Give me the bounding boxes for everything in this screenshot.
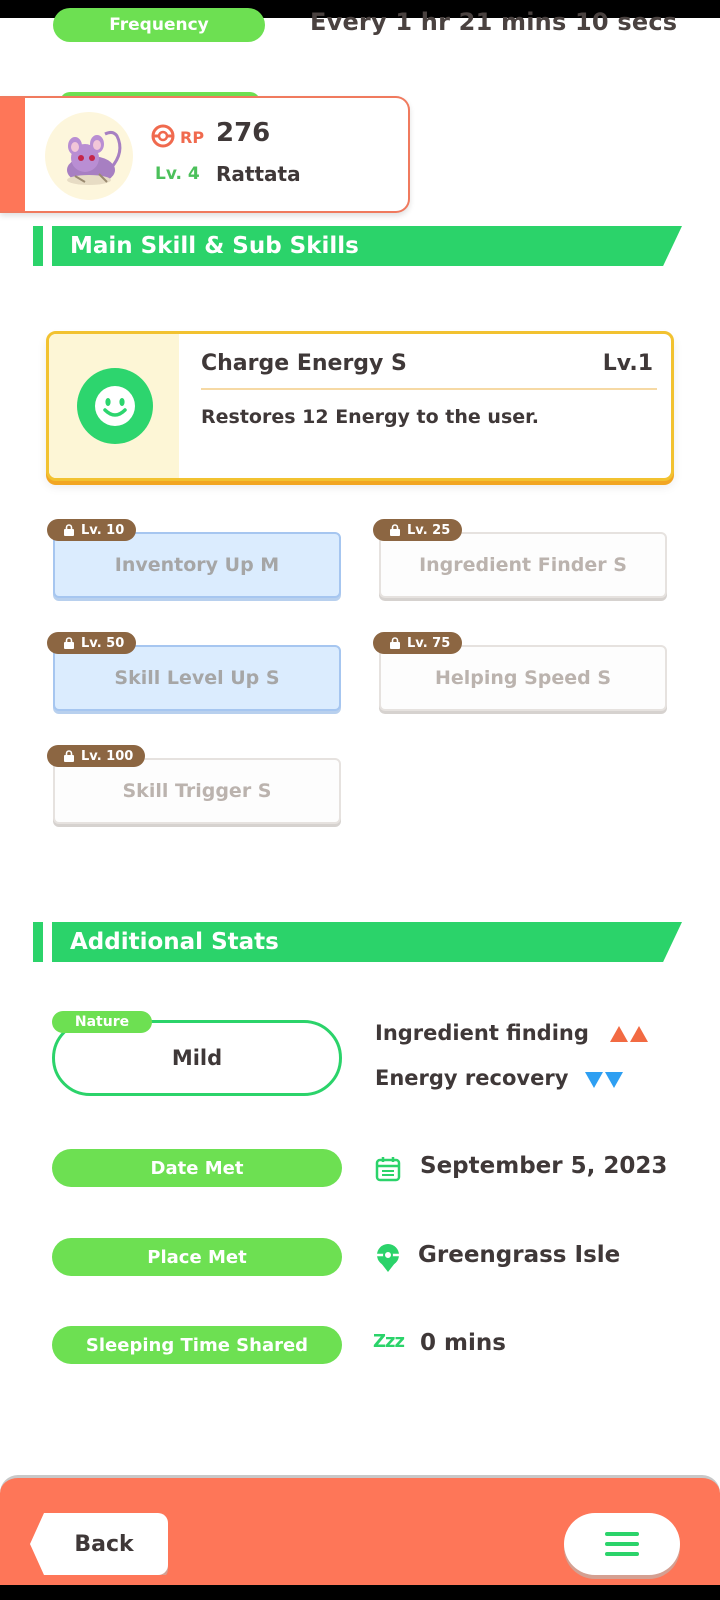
rp-value: 276 bbox=[216, 118, 271, 148]
system-nav-bar bbox=[0, 1585, 720, 1600]
sub-skill-label: Skill Trigger S bbox=[122, 780, 272, 802]
place-met-label: Place Met bbox=[52, 1238, 342, 1276]
card-accent-stripe bbox=[0, 98, 25, 211]
sub-skill-unlock-tag: Lv. 100 bbox=[47, 745, 146, 767]
frequency-label: Frequency bbox=[53, 8, 265, 42]
main-skill-name: Charge Energy S bbox=[201, 351, 407, 376]
skill-icon-area bbox=[49, 334, 179, 478]
zzz-icon: Zzz bbox=[373, 1331, 405, 1352]
place-met-value: Greengrass Isle bbox=[418, 1242, 621, 1268]
hamburger-menu-icon bbox=[605, 1532, 639, 1556]
section-title-text: Main Skill & Sub Skills bbox=[70, 233, 359, 259]
nature-value: Mild bbox=[171, 1046, 223, 1070]
location-pin-icon bbox=[374, 1243, 402, 1273]
pokemon-avatar bbox=[45, 112, 133, 200]
pokemon-level: Lv. 4 bbox=[155, 164, 200, 184]
nature-effect-label: Energy recovery bbox=[375, 1066, 569, 1090]
rp-icon bbox=[151, 124, 175, 148]
sleeping-time-label: Sleeping Time Shared bbox=[52, 1326, 342, 1364]
lock-icon bbox=[63, 524, 75, 536]
back-button[interactable]: Back bbox=[30, 1513, 168, 1575]
sub-skill-label: Skill Level Up S bbox=[114, 667, 280, 689]
section-marker bbox=[33, 226, 43, 266]
date-met-label-text: Date Met bbox=[150, 1157, 244, 1179]
sub-skill-unlock-tag: Lv. 10 bbox=[47, 519, 137, 541]
menu-button[interactable] bbox=[564, 1513, 680, 1575]
lock-icon bbox=[389, 524, 401, 536]
pokemon-name: Rattata bbox=[216, 162, 301, 186]
sub-skill-unlock-tag: Lv. 75 bbox=[373, 632, 463, 654]
sub-skill-label: Ingredient Finder S bbox=[419, 554, 627, 576]
sleeping-time-label-text: Sleeping Time Shared bbox=[85, 1334, 309, 1356]
unlock-level: Lv. 50 bbox=[81, 635, 125, 651]
sub-skill-label: Helping Speed S bbox=[434, 667, 612, 689]
sub-skill-button[interactable]: Skill Trigger S bbox=[53, 758, 341, 824]
unlock-level: Lv. 10 bbox=[81, 522, 125, 538]
nature-effect-label: Ingredient finding bbox=[375, 1021, 589, 1045]
sub-skill-button[interactable]: Skill Level Up S bbox=[53, 645, 341, 711]
main-skill-description: Restores 12 Energy to the user. bbox=[201, 406, 540, 428]
unlock-level: Lv. 75 bbox=[407, 635, 451, 651]
date-met-label: Date Met bbox=[52, 1149, 342, 1187]
pokemon-card[interactable]: RP 276 Lv. 4 Rattata bbox=[0, 96, 410, 213]
main-skill-level: Lv.1 bbox=[602, 351, 653, 376]
section-title-stats: Additional Stats bbox=[52, 922, 682, 962]
section-title-skills: Main Skill & Sub Skills bbox=[52, 226, 682, 266]
sub-skill-button[interactable]: Ingredient Finder S bbox=[379, 532, 667, 598]
sub-skill-label: Inventory Up M bbox=[114, 554, 280, 576]
sub-skill-unlock-tag: Lv. 50 bbox=[47, 632, 137, 654]
unlock-level: Lv. 100 bbox=[81, 748, 134, 764]
nature-effect-up: Ingredient finding bbox=[375, 1021, 589, 1045]
main-skill-card[interactable]: Charge Energy S Lv.1 Restores 12 Energy … bbox=[46, 331, 674, 481]
sub-skill-button[interactable]: Helping Speed S bbox=[379, 645, 667, 711]
back-button-label: Back bbox=[74, 1531, 134, 1557]
date-met-value: September 5, 2023 bbox=[420, 1153, 668, 1179]
nature-tag: Nature bbox=[52, 1011, 152, 1033]
section-marker bbox=[33, 922, 43, 962]
nature-tag-label: Nature bbox=[74, 1014, 130, 1030]
unlock-level: Lv. 25 bbox=[407, 522, 451, 538]
lock-icon bbox=[63, 750, 75, 762]
smiley-icon bbox=[77, 368, 153, 444]
divider bbox=[201, 388, 657, 390]
increase-arrows-icon bbox=[610, 1026, 648, 1042]
nature-effect-down: Energy recovery bbox=[375, 1066, 568, 1090]
lock-icon bbox=[389, 637, 401, 649]
frequency-value: Every 1 hr 21 mins 10 secs bbox=[310, 8, 678, 36]
section-title-text: Additional Stats bbox=[70, 929, 279, 955]
rattata-icon bbox=[67, 130, 122, 185]
sub-skill-button[interactable]: Inventory Up M bbox=[53, 532, 341, 598]
rp-label: RP bbox=[180, 128, 205, 147]
lock-icon bbox=[63, 637, 75, 649]
sleeping-time-value: 0 mins bbox=[420, 1330, 506, 1356]
decrease-arrows-icon bbox=[585, 1072, 623, 1088]
place-met-label-text: Place Met bbox=[147, 1246, 247, 1268]
sub-skill-unlock-tag: Lv. 25 bbox=[373, 519, 463, 541]
calendar-icon bbox=[374, 1155, 402, 1183]
